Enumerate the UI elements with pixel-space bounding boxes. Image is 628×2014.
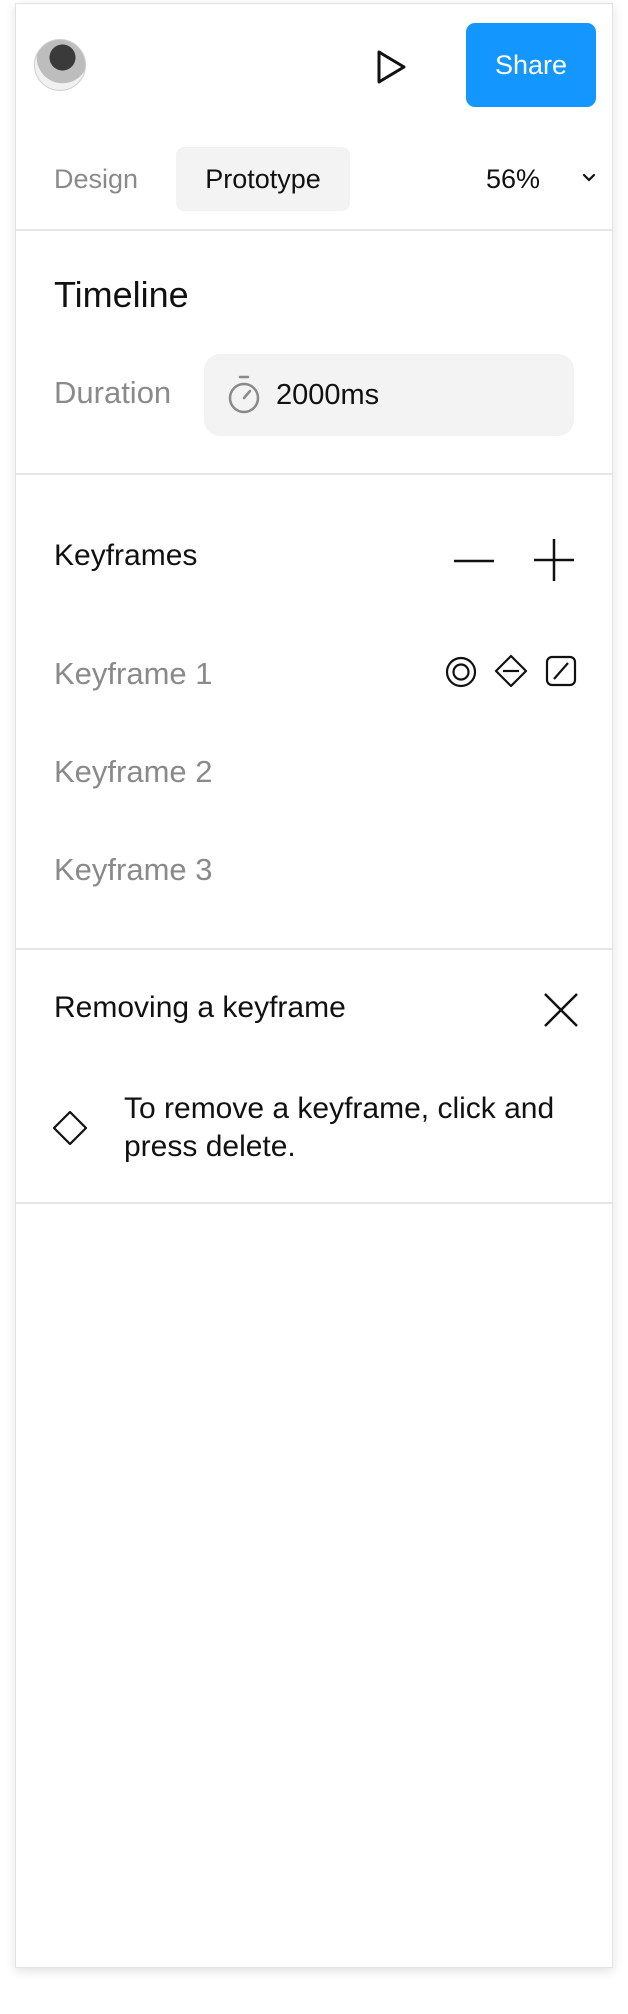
keyframe-item-1[interactable]: Keyframe 1 xyxy=(54,656,213,692)
keyframes-title: Keyframes xyxy=(54,539,198,572)
target-icon[interactable] xyxy=(444,655,478,689)
share-button[interactable]: Share xyxy=(466,23,596,107)
chevron-down-icon[interactable] xyxy=(582,173,596,183)
timeline-title: Timeline xyxy=(54,274,189,315)
play-icon[interactable] xyxy=(373,48,409,86)
duration-field[interactable]: 2000ms xyxy=(204,354,574,436)
tab-prototype[interactable]: Prototype xyxy=(176,147,350,211)
divider xyxy=(16,1202,612,1204)
stopwatch-icon xyxy=(228,375,260,414)
diamond-minus-icon[interactable] xyxy=(493,653,529,689)
divider xyxy=(16,229,612,231)
avatar[interactable] xyxy=(34,39,86,91)
tab-design[interactable]: Design xyxy=(54,147,138,211)
diamond-icon xyxy=(52,1110,88,1146)
easing-curve-icon[interactable] xyxy=(544,654,578,688)
prototype-panel: Share Design Prototype 56% Timeline Dura… xyxy=(15,3,613,1968)
info-text: To remove a keyframe, click and press de… xyxy=(124,1092,555,1163)
divider xyxy=(16,473,612,475)
keyframe-item-3[interactable]: Keyframe 3 xyxy=(54,852,213,888)
close-icon[interactable] xyxy=(541,990,581,1030)
duration-value: 2000ms xyxy=(276,378,380,411)
plus-icon[interactable] xyxy=(532,537,576,583)
duration-label: Duration xyxy=(54,375,172,410)
zoom-select[interactable]: 56% xyxy=(486,147,540,211)
minus-icon[interactable] xyxy=(452,539,496,583)
divider xyxy=(16,948,612,950)
info-title: Removing a keyframe xyxy=(54,991,346,1024)
keyframe-item-2[interactable]: Keyframe 2 xyxy=(54,754,213,790)
